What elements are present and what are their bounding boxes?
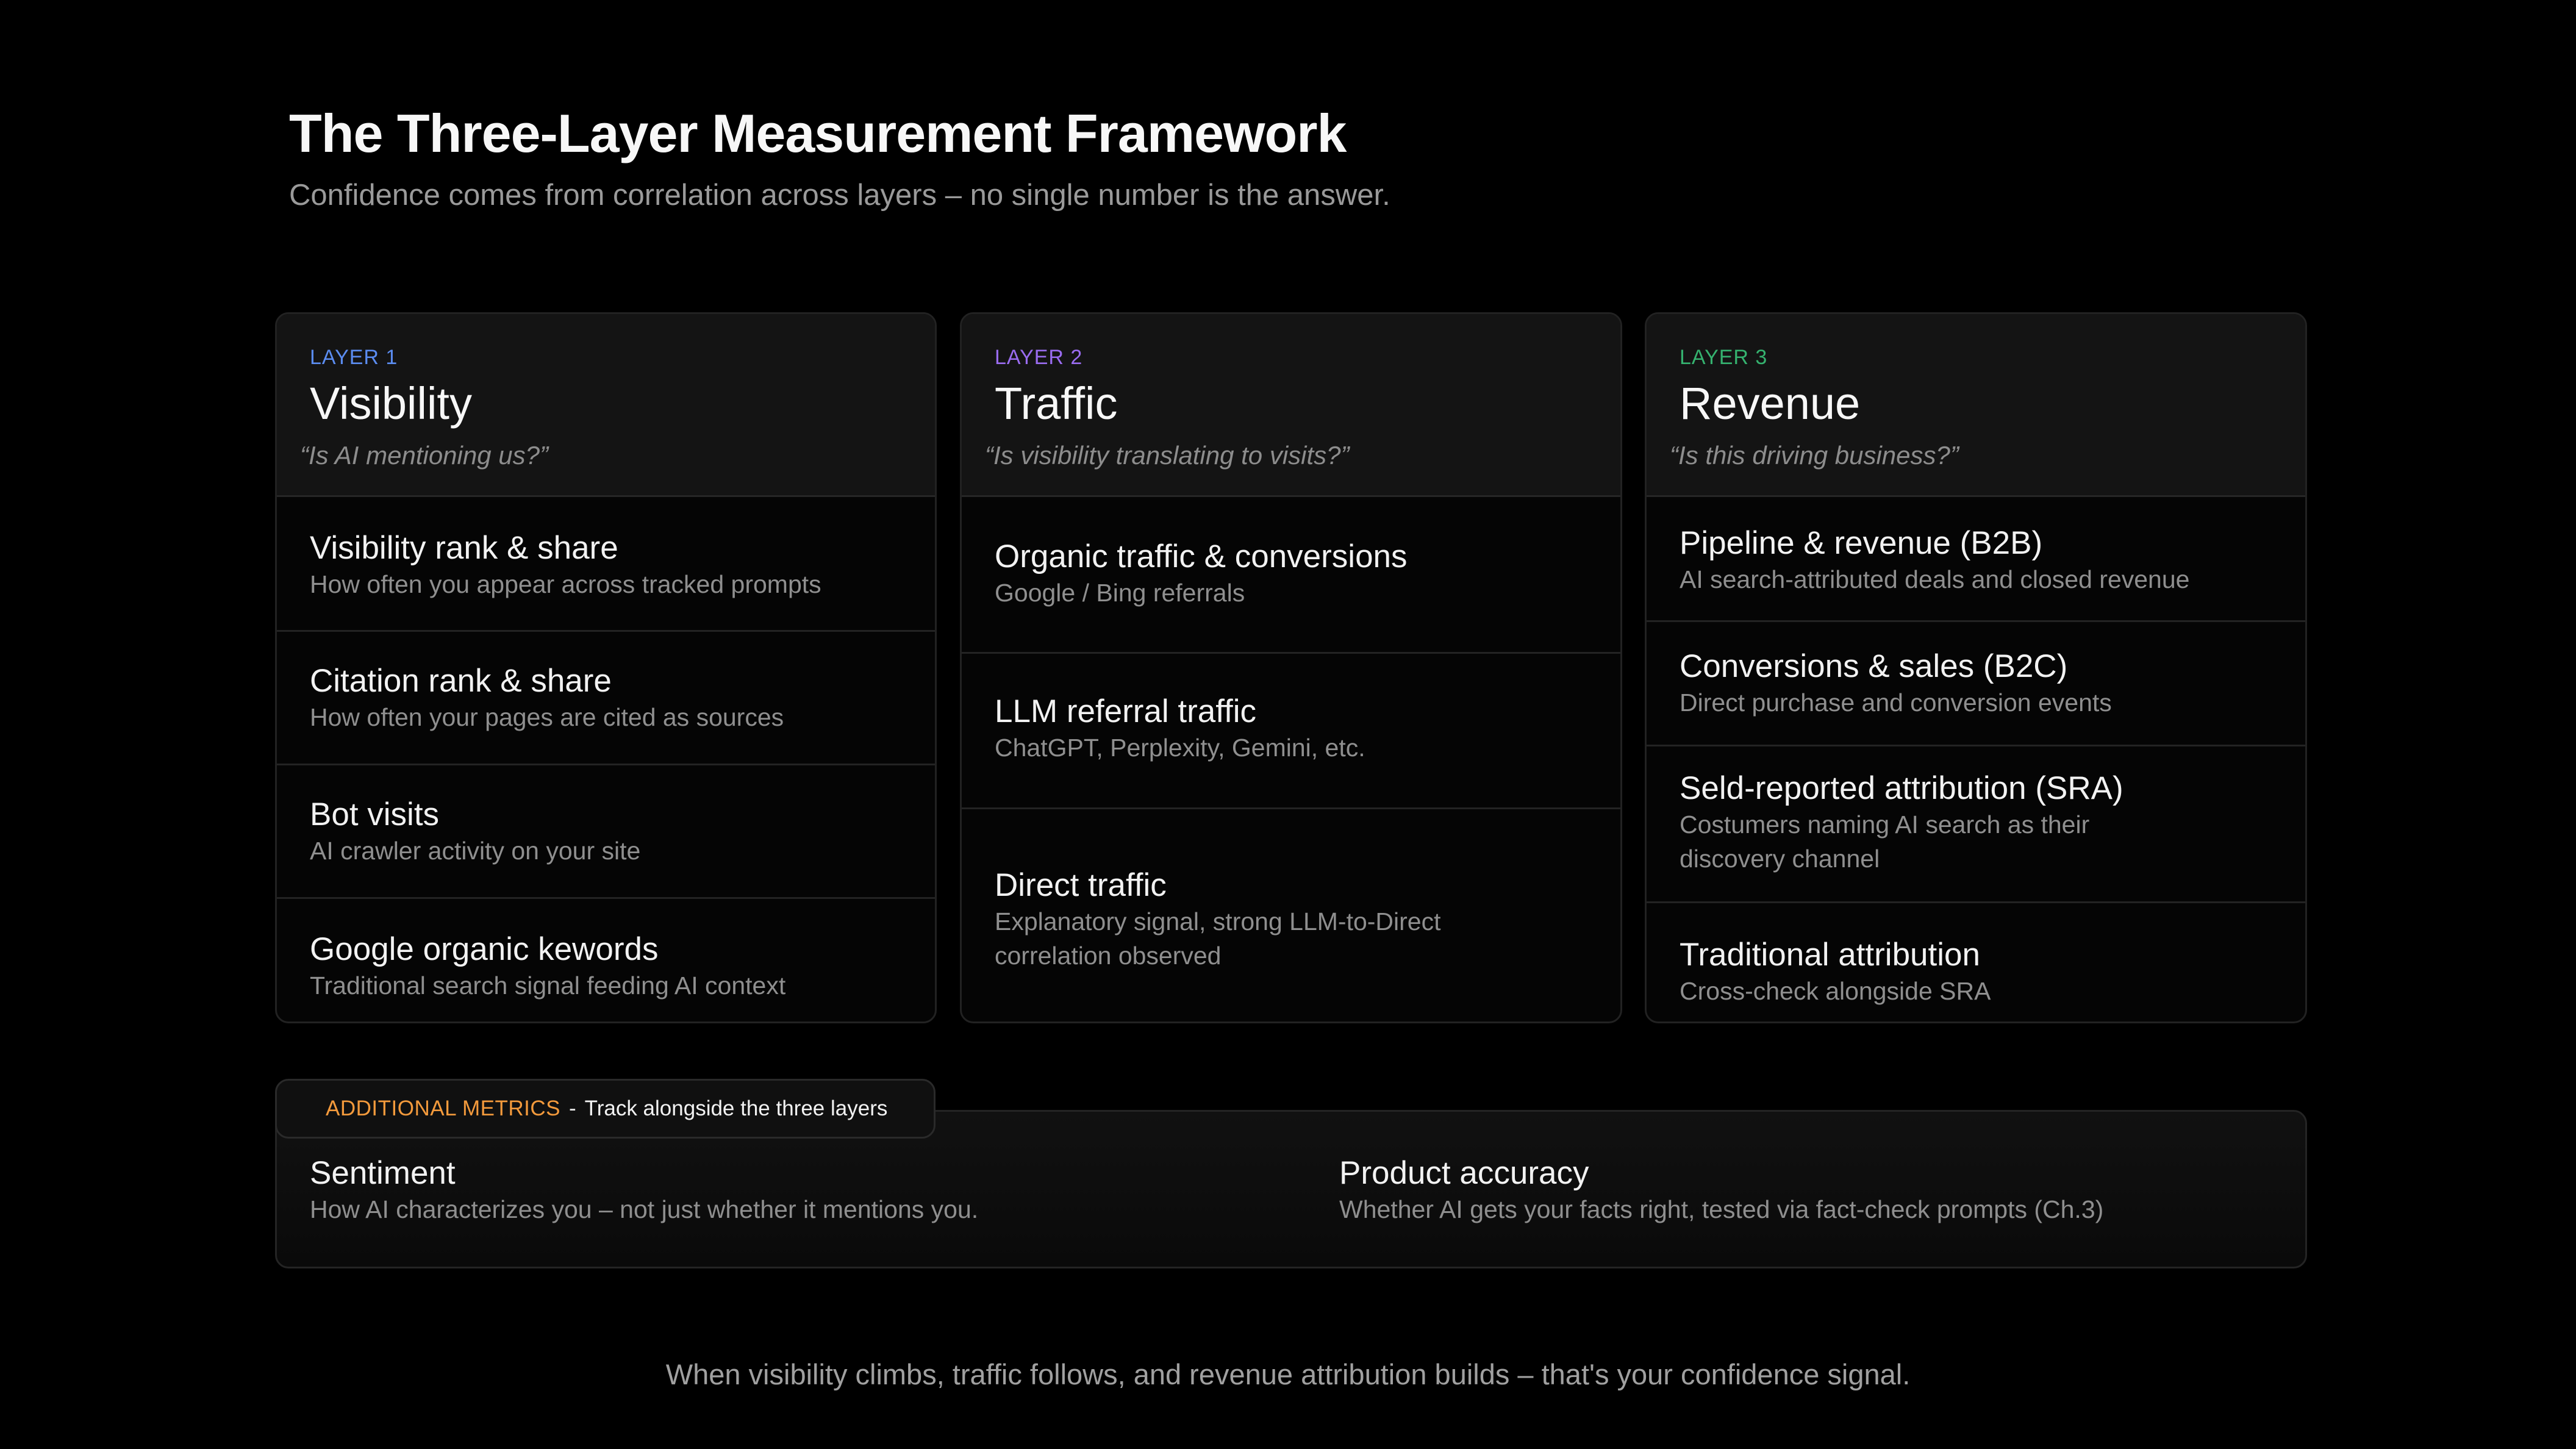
metric-row: Traditional attribution Cross-check alon… bbox=[1647, 903, 2305, 1021]
additional-metrics-label: ADDITIONAL METRICS bbox=[326, 1097, 560, 1120]
metric-row: Direct traffic Explanatory signal, stron… bbox=[962, 809, 1620, 1021]
metric-row: Citation rank & share How often your pag… bbox=[277, 632, 935, 765]
metric-title: Bot visits bbox=[310, 796, 440, 832]
metric-title: Visibility rank & share bbox=[310, 530, 618, 566]
layer-name: Revenue bbox=[1680, 378, 1861, 429]
framework-slide: The Three-Layer Measurement Framework Co… bbox=[0, 0, 2576, 1449]
metric-row: Organic traffic & conversions Google / B… bbox=[962, 499, 1620, 654]
layer-header: LAYER 1 Visibility “Is AI mentioning us?… bbox=[277, 314, 935, 497]
metric-row: Visibility rank & share How often you ap… bbox=[277, 499, 935, 632]
page-subtitle: Confidence comes from correlation across… bbox=[289, 179, 1390, 212]
metric-title: Direct traffic bbox=[995, 867, 1167, 903]
layer-number: LAYER 3 bbox=[1680, 346, 1768, 369]
metric-row: Conversions & sales (B2C) Direct purchas… bbox=[1647, 622, 2305, 746]
layer-number: LAYER 1 bbox=[310, 346, 398, 369]
metric-product-accuracy: Product accuracy Whether AI gets your fa… bbox=[1339, 1154, 2103, 1224]
metric-title: Seld-reported attribution (SRA) bbox=[1680, 770, 2123, 806]
metric-description: Costumers naming AI search as their disc… bbox=[1680, 810, 2090, 873]
layer-card-traffic: LAYER 2 Traffic “Is visibility translati… bbox=[960, 312, 1622, 1023]
metric-title: Organic traffic & conversions bbox=[995, 538, 1408, 574]
metric-description: How often you appear across tracked prom… bbox=[310, 570, 821, 598]
layer-header: LAYER 3 Revenue “Is this driving busines… bbox=[1647, 314, 2305, 497]
metric-description: How often your pages are cited as source… bbox=[310, 703, 784, 731]
metric-sentiment: Sentiment How AI characterizes you – not… bbox=[310, 1154, 978, 1224]
metric-title: Conversions & sales (B2C) bbox=[1680, 648, 2068, 684]
metric-description: AI crawler activity on your site bbox=[310, 837, 641, 865]
layer-header: LAYER 2 Traffic “Is visibility translati… bbox=[962, 314, 1620, 497]
tab-separator: - bbox=[568, 1097, 576, 1120]
metric-title: Google organic kewords bbox=[310, 931, 659, 967]
layer-card-visibility: LAYER 1 Visibility “Is AI mentioning us?… bbox=[275, 312, 937, 1023]
metric-description: Google / Bing referrals bbox=[995, 579, 1245, 607]
layer-name: Visibility bbox=[310, 378, 472, 429]
layer-card-revenue: LAYER 3 Revenue “Is this driving busines… bbox=[1645, 312, 2307, 1023]
layer-name: Traffic bbox=[995, 378, 1118, 429]
metric-description: Cross-check alongside SRA bbox=[1680, 977, 1991, 1005]
layer-question: “Is this driving business?” bbox=[1670, 441, 1959, 470]
metric-title: Product accuracy bbox=[1339, 1155, 1589, 1191]
metric-row: Pipeline & revenue (B2B) AI search-attri… bbox=[1647, 499, 2305, 622]
layer-question: “Is visibility translating to visits?” bbox=[985, 441, 1350, 470]
page-title: The Three-Layer Measurement Framework bbox=[289, 103, 1347, 163]
metric-description: How AI characterizes you – not just whet… bbox=[310, 1195, 979, 1223]
metric-description: AI search-attributed deals and closed re… bbox=[1680, 565, 2190, 593]
metric-title: Pipeline & revenue (B2B) bbox=[1680, 525, 2043, 561]
metric-row: Seld-reported attribution (SRA) Costumer… bbox=[1647, 746, 2305, 903]
metric-row: LLM referral traffic ChatGPT, Perplexity… bbox=[962, 654, 1620, 809]
metric-description: Direct purchase and conversion events bbox=[1680, 689, 2112, 717]
metric-title: LLM referral traffic bbox=[995, 693, 1257, 729]
additional-metrics-tab: ADDITIONAL METRICS - Track alongside the… bbox=[275, 1079, 936, 1139]
metric-title: Sentiment bbox=[310, 1155, 456, 1191]
metric-description: Explanatory signal, strong LLM-to-Direct… bbox=[995, 907, 1441, 970]
metric-title: Traditional attribution bbox=[1680, 937, 1980, 973]
metric-description: Traditional search signal feeding AI con… bbox=[310, 971, 786, 1000]
metric-title: Citation rank & share bbox=[310, 663, 612, 699]
metric-row: Google organic kewords Traditional searc… bbox=[277, 899, 935, 1021]
additional-metrics-note: Track alongside the three layers bbox=[584, 1097, 888, 1120]
metric-description: Whether AI gets your facts right, tested… bbox=[1339, 1195, 2104, 1223]
layer-number: LAYER 2 bbox=[995, 346, 1083, 369]
footer-caption: When visibility climbs, traffic follows,… bbox=[665, 1358, 1911, 1390]
layer-question: “Is AI mentioning us?” bbox=[300, 441, 548, 470]
metric-row: Bot visits AI crawler activity on your s… bbox=[277, 765, 935, 899]
metric-description: ChatGPT, Perplexity, Gemini, etc. bbox=[995, 734, 1365, 762]
